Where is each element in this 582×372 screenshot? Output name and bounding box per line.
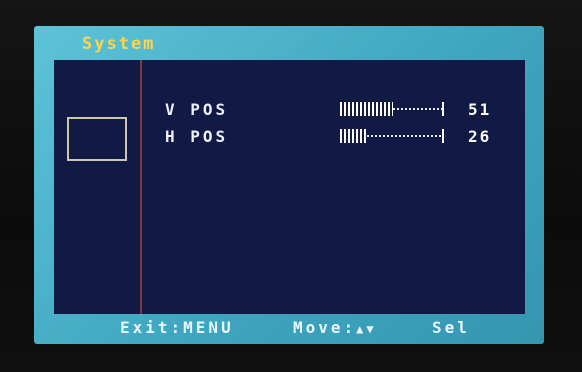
- osd-title: System: [82, 34, 156, 54]
- h-pos-slider[interactable]: [340, 129, 444, 143]
- h-pos-value: 26: [468, 127, 492, 146]
- category-icon-box: [67, 117, 127, 161]
- v-pos-label[interactable]: V POS: [165, 100, 228, 119]
- h-pos-label[interactable]: H POS: [165, 127, 228, 146]
- up-down-arrows-icon: ▲▼: [356, 322, 377, 336]
- osd-panel: [54, 60, 525, 314]
- h-pos-slider-end: [442, 129, 444, 143]
- move-hint: Move:▲▼: [293, 318, 377, 337]
- v-pos-value: 51: [468, 100, 492, 119]
- h-pos-slider-track: [367, 135, 442, 137]
- h-pos-slider-fill: [340, 129, 367, 143]
- v-pos-slider-track: [393, 108, 442, 110]
- osd-divider: [140, 60, 142, 314]
- v-pos-slider[interactable]: [340, 102, 444, 116]
- v-pos-slider-end: [442, 102, 444, 116]
- v-pos-slider-fill: [340, 102, 393, 116]
- exit-hint: Exit:MENU: [120, 318, 234, 337]
- select-hint: Sel: [432, 318, 470, 337]
- move-hint-label: Move:: [293, 318, 357, 337]
